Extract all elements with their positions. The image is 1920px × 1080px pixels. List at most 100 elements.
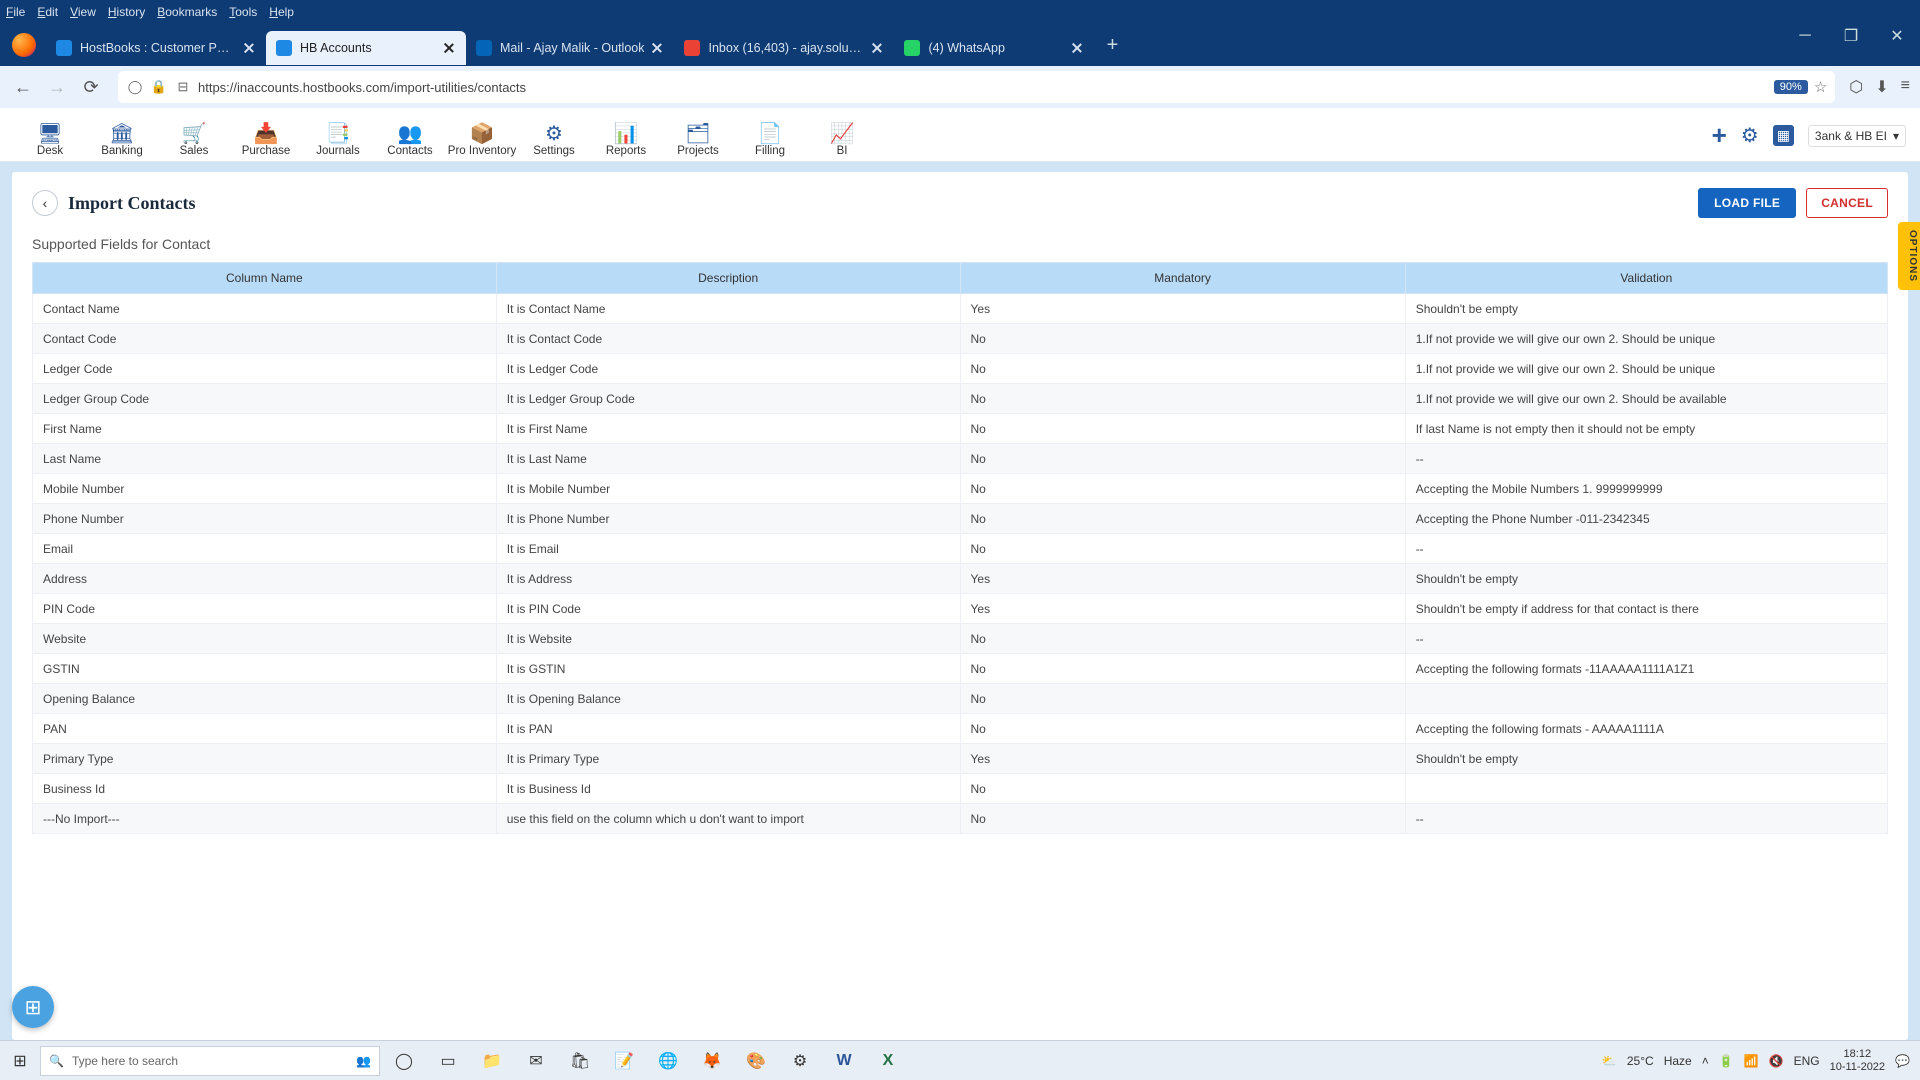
minimize-button[interactable]: ─ (1782, 24, 1828, 48)
start-button[interactable]: ⊞ (0, 1051, 40, 1071)
paint-icon[interactable]: 🎨 (738, 1046, 774, 1076)
maximize-button[interactable]: ❐ (1828, 24, 1874, 48)
cortana-icon[interactable]: ◯ (386, 1046, 422, 1076)
close-tab-icon[interactable] (242, 41, 256, 55)
account-name: 3ank & HB EI (1815, 129, 1887, 143)
bi-icon: 📈 (828, 121, 856, 145)
browser-tab[interactable]: Inbox (16,403) - ajay.solutions@ (674, 31, 894, 65)
nav-settings[interactable]: ⚙Settings (518, 121, 590, 161)
reload-button[interactable]: ⟳ (78, 74, 104, 100)
volume-icon[interactable]: 🔇 (1769, 1054, 1784, 1068)
firefox-menubar[interactable]: File Edit View History Bookmarks Tools Help (0, 0, 1920, 24)
table-cell: It is Contact Name (496, 294, 960, 324)
nav-sales[interactable]: 🛒Sales (158, 121, 230, 161)
account-selector[interactable]: 3ank & HB EI ▾ (1808, 125, 1906, 147)
weather-icon[interactable]: ⛅ (1602, 1054, 1617, 1068)
nav-label: Reports (606, 145, 646, 157)
browser-tabstrip: HostBooks : Customer Portal HB AccountsMa… (0, 24, 1920, 66)
taskbar-search[interactable]: 🔍 Type here to search 👥 (40, 1046, 380, 1076)
browser-tab[interactable]: HB Accounts (266, 31, 466, 65)
table-row: Opening BalanceIt is Opening BalanceNo (33, 684, 1888, 714)
bookmark-star-icon[interactable]: ☆ (1814, 78, 1827, 96)
table-cell: No (960, 384, 1405, 414)
clock[interactable]: 18:12 10-11-2022 (1830, 1048, 1885, 1073)
language-indicator[interactable]: ENG (1794, 1054, 1820, 1068)
table-cell: Ledger Code (33, 354, 497, 384)
pocket-icon[interactable]: ⬡ (1849, 77, 1863, 97)
close-window-button[interactable]: ✕ (1874, 24, 1920, 48)
table-cell: It is Email (496, 534, 960, 564)
menu-edit[interactable]: Edit (37, 5, 58, 19)
file-explorer-icon[interactable]: 📁 (474, 1046, 510, 1076)
browser-tab[interactable]: (4) WhatsApp (894, 31, 1094, 65)
menu-file[interactable]: File (6, 5, 25, 19)
favicon (684, 40, 700, 56)
table-row: Last NameIt is Last NameNo-- (33, 444, 1888, 474)
nav-desk[interactable]: 🖥Desk (14, 121, 86, 161)
add-button[interactable]: + (1712, 120, 1727, 151)
nav-purchase[interactable]: 📥Purchase (230, 121, 302, 161)
new-tab-button[interactable]: + (1098, 31, 1126, 59)
notes-icon[interactable]: 📝 (606, 1046, 642, 1076)
wifi-icon[interactable]: 📶 (1744, 1054, 1759, 1068)
page-back-button[interactable]: ‹ (32, 190, 58, 216)
weather-cond: Haze (1664, 1054, 1692, 1068)
table-cell: Business Id (33, 774, 497, 804)
nav-banking[interactable]: 🏛Banking (86, 121, 158, 161)
table-row: WebsiteIt is WebsiteNo-- (33, 624, 1888, 654)
nav-reports[interactable]: 📊Reports (590, 121, 662, 161)
browser-tab[interactable]: HostBooks : Customer Portal (46, 31, 266, 65)
table-cell: It is First Name (496, 414, 960, 444)
nav-filling[interactable]: 📄Filling (734, 121, 806, 161)
menu-help[interactable]: Help (269, 5, 294, 19)
address-bar[interactable]: ◯ 🔒 ⊟ https://inaccounts.hostbooks.com/i… (118, 71, 1835, 103)
close-tab-icon[interactable] (1070, 41, 1084, 55)
app-menu-icon[interactable]: ≡ (1901, 77, 1910, 97)
tab-title: HostBooks : Customer Portal (80, 41, 236, 55)
table-cell: Accepting the Mobile Numbers 1. 99999999… (1405, 474, 1887, 504)
tray-chevron-icon[interactable]: ˄ (1702, 1054, 1709, 1068)
task-view-icon[interactable]: ▭ (430, 1046, 466, 1076)
close-tab-icon[interactable] (442, 41, 456, 55)
gear-icon[interactable]: ⚙ (1741, 123, 1759, 148)
url-bar-row: ← → ⟳ ◯ 🔒 ⊟ https://inaccounts.hostbooks… (0, 66, 1920, 108)
word-icon[interactable]: W (826, 1046, 862, 1076)
excel-icon[interactable]: X (870, 1046, 906, 1076)
table-cell: GSTIN (33, 654, 497, 684)
menu-history[interactable]: History (108, 5, 145, 19)
table-row: Contact CodeIt is Contact CodeNo1.If not… (33, 324, 1888, 354)
nav-pro-inventory[interactable]: 📦Pro Inventory (446, 121, 518, 161)
favicon (56, 40, 72, 56)
floating-apps-button[interactable]: ⊞ (12, 986, 54, 1028)
zoom-badge[interactable]: 90% (1774, 80, 1808, 94)
nav-bi[interactable]: 📈BI (806, 121, 878, 161)
menu-bookmarks[interactable]: Bookmarks (157, 5, 217, 19)
nav-projects[interactable]: 🗂Projects (662, 121, 734, 161)
nav-journals[interactable]: 📑Journals (302, 121, 374, 161)
apps-grid-icon[interactable]: ▦ (1773, 125, 1794, 146)
store-icon[interactable]: 🛍 (562, 1046, 598, 1076)
notifications-icon[interactable]: 💬 (1895, 1054, 1910, 1068)
forward-button[interactable]: → (44, 74, 70, 100)
edge-icon[interactable]: 🌐 (650, 1046, 686, 1076)
settings-taskbar-icon[interactable]: ⚙ (782, 1046, 818, 1076)
clock-time: 18:12 (1830, 1048, 1885, 1061)
mail-icon[interactable]: ✉ (518, 1046, 554, 1076)
menu-tools[interactable]: Tools (229, 5, 257, 19)
back-button[interactable]: ← (10, 74, 36, 100)
table-cell: No (960, 684, 1405, 714)
nav-contacts[interactable]: 👥Contacts (374, 121, 446, 161)
battery-icon[interactable]: 🔋 (1719, 1054, 1734, 1068)
firefox-taskbar-icon[interactable]: 🦊 (694, 1046, 730, 1076)
close-tab-icon[interactable] (650, 41, 664, 55)
table-cell: Accepting the following formats - AAAAA1… (1405, 714, 1887, 744)
cancel-button[interactable]: CANCEL (1806, 188, 1888, 218)
table-cell (1405, 684, 1887, 714)
close-tab-icon[interactable] (870, 41, 884, 55)
options-side-tab[interactable]: OPTIONS (1898, 222, 1920, 290)
menu-view[interactable]: View (70, 5, 96, 19)
browser-tab[interactable]: Mail - Ajay Malik - Outlook (466, 31, 674, 65)
downloads-icon[interactable]: ⬇ (1875, 77, 1888, 97)
table-cell: use this field on the column which u don… (496, 804, 960, 834)
load-file-button[interactable]: LOAD FILE (1698, 188, 1796, 218)
